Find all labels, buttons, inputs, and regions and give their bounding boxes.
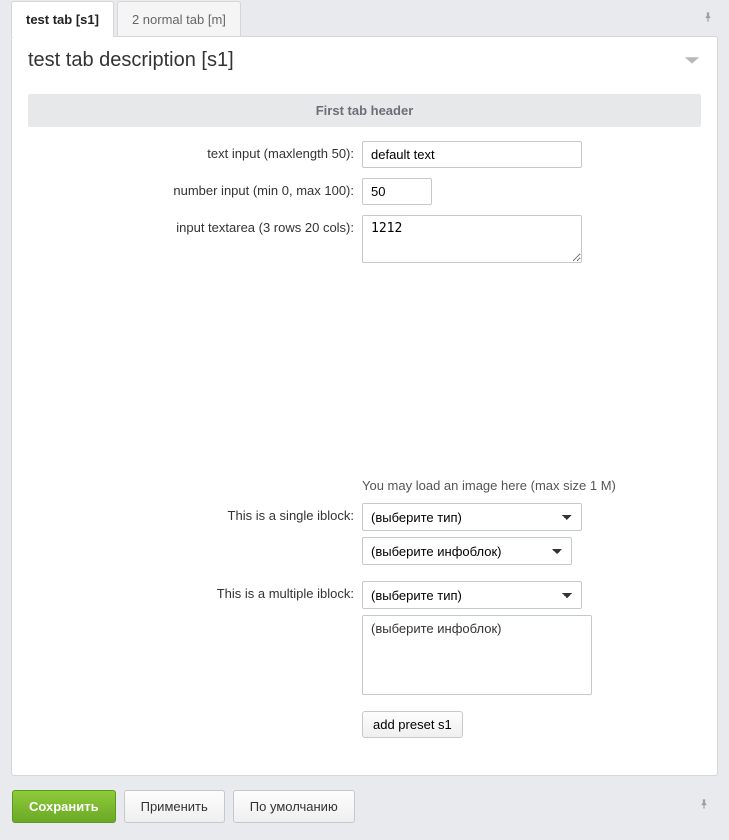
- single-iblock-select[interactable]: (выберите инфоблок): [362, 537, 572, 565]
- save-button[interactable]: Сохранить: [12, 790, 116, 823]
- multiple-iblock-list[interactable]: (выберите инфоблок): [362, 615, 592, 695]
- number-input[interactable]: [362, 178, 432, 205]
- list-item[interactable]: (выберите инфоблок): [371, 621, 583, 636]
- default-button[interactable]: По умолчанию: [233, 790, 355, 823]
- footer: Сохранить Применить По умолчанию: [0, 776, 729, 837]
- single-iblock-type-select[interactable]: (выберите тип): [362, 503, 582, 531]
- pin-icon[interactable]: [695, 2, 721, 37]
- main-panel: test tab description [s1] First tab head…: [11, 36, 718, 776]
- textarea-input[interactable]: [362, 215, 582, 263]
- tabs-row: test tab [s1] 2 normal tab [m]: [0, 0, 729, 37]
- single-iblock-label: This is a single iblock:: [28, 503, 362, 523]
- collapse-icon[interactable]: [683, 53, 701, 68]
- image-hint: You may load an image here (max size 1 M…: [362, 478, 701, 493]
- textarea-label: input textarea (3 rows 20 cols):: [28, 215, 362, 235]
- multiple-iblock-label: This is a multiple iblock:: [28, 581, 362, 601]
- pin-icon[interactable]: [691, 797, 717, 816]
- multiple-iblock-type-select[interactable]: (выберите тип): [362, 581, 582, 609]
- tab-test[interactable]: test tab [s1]: [11, 1, 114, 37]
- tab-normal[interactable]: 2 normal tab [m]: [117, 1, 241, 37]
- text-input[interactable]: [362, 141, 582, 168]
- add-preset-button[interactable]: add preset s1: [362, 711, 463, 738]
- text-input-label: text input (maxlength 50):: [28, 141, 362, 161]
- section-header: First tab header: [28, 94, 701, 127]
- tab-label: 2 normal tab [m]: [132, 12, 226, 27]
- tab-label: test tab [s1]: [26, 12, 99, 27]
- panel-title: test tab description [s1]: [28, 49, 234, 72]
- apply-button[interactable]: Применить: [124, 790, 225, 823]
- number-input-label: number input (min 0, max 100):: [28, 178, 362, 198]
